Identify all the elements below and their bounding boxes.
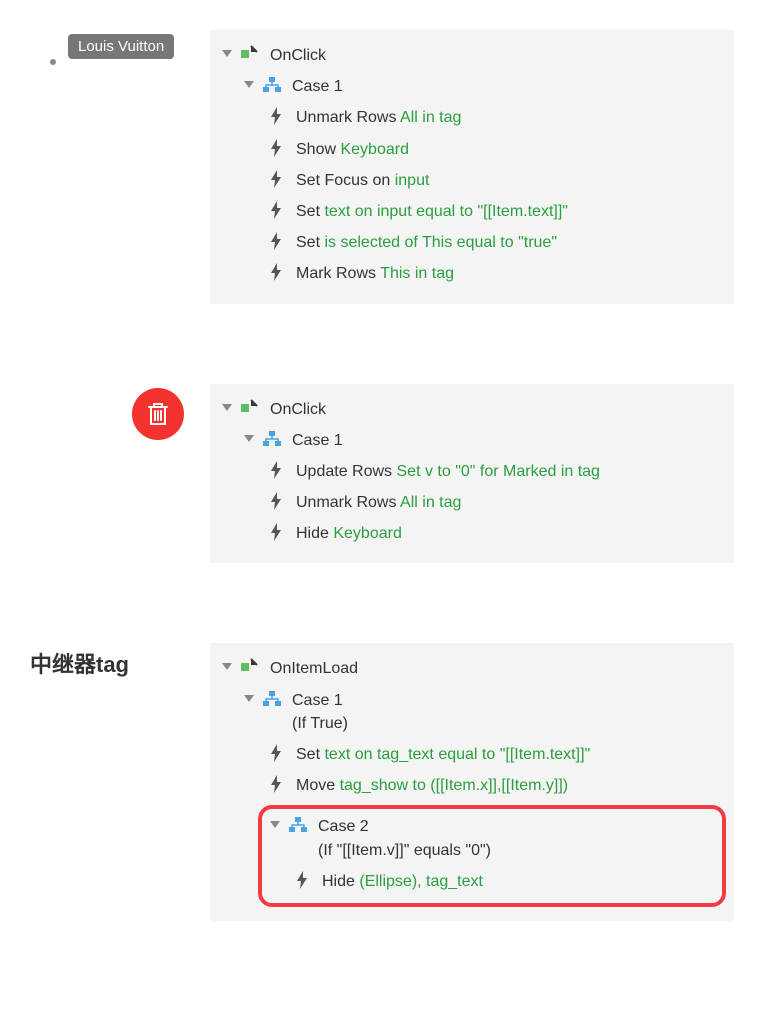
case-icon bbox=[262, 75, 282, 95]
event-icon bbox=[240, 398, 260, 418]
action-target: text on tag_text equal to "[[Item.text]]… bbox=[324, 746, 590, 763]
disclosure-icon[interactable] bbox=[222, 404, 232, 411]
action-text: Unmark Rows bbox=[296, 109, 400, 126]
action-row[interactable]: Unmark Rows All in tag bbox=[222, 487, 722, 518]
action-target: input bbox=[395, 172, 430, 189]
action-row[interactable]: Update Rows Set v to "0" for Marked in t… bbox=[222, 456, 722, 487]
action-text: Set bbox=[296, 203, 324, 220]
case-icon bbox=[288, 815, 308, 835]
delete-button[interactable] bbox=[132, 388, 184, 440]
case-label: Case 1 bbox=[292, 78, 343, 95]
case-row[interactable]: Case 1 bbox=[222, 71, 722, 102]
case-icon bbox=[262, 689, 282, 709]
action-target: (Ellipse), tag_text bbox=[359, 873, 483, 890]
section-onclick-badge: Louis Vuitton OnClick bbox=[30, 30, 734, 304]
lightning-icon bbox=[266, 169, 286, 189]
action-text: Set Focus on bbox=[296, 172, 395, 189]
action-row[interactable]: Set text on tag_text equal to "[[Item.te… bbox=[222, 739, 722, 770]
lightning-icon bbox=[266, 138, 286, 158]
event-row[interactable]: OnItemLoad bbox=[222, 653, 722, 684]
action-row[interactable]: Unmark Rows All in tag bbox=[222, 102, 722, 133]
event-label: OnClick bbox=[270, 47, 326, 64]
case-row[interactable]: Case 1 (If True) bbox=[222, 685, 722, 739]
interactions-panel: OnClick Case 1 Unmark Rows All in tag bbox=[210, 30, 734, 304]
lightning-icon bbox=[266, 106, 286, 126]
disclosure-icon[interactable] bbox=[244, 435, 254, 442]
action-text: Show bbox=[296, 141, 340, 158]
lightning-icon bbox=[266, 774, 286, 794]
action-text: Mark Rows bbox=[296, 265, 380, 282]
left-column: 中继器tag bbox=[30, 643, 190, 679]
action-row[interactable]: Show Keyboard bbox=[222, 134, 722, 165]
badge-louis-vuitton: Louis Vuitton bbox=[68, 34, 174, 59]
lightning-icon bbox=[266, 262, 286, 282]
disclosure-icon[interactable] bbox=[270, 821, 280, 828]
trash-icon bbox=[146, 401, 170, 427]
action-text: Move bbox=[296, 777, 340, 794]
disclosure-icon[interactable] bbox=[244, 81, 254, 88]
action-target: text on input equal to "[[Item.text]]" bbox=[324, 203, 568, 220]
action-row[interactable]: Move tag_show to ([[Item.x]],[[Item.y]]) bbox=[222, 770, 722, 801]
action-row[interactable]: Mark Rows This in tag bbox=[222, 258, 722, 289]
disclosure-icon[interactable] bbox=[244, 695, 254, 702]
action-text: Set bbox=[296, 234, 324, 251]
lightning-icon bbox=[266, 200, 286, 220]
section-onitemload: 中继器tag OnItemLoad bbox=[30, 643, 734, 921]
action-target: is selected of This equal to "true" bbox=[324, 234, 557, 251]
event-icon bbox=[240, 657, 260, 677]
case-row[interactable]: Case 1 bbox=[222, 425, 722, 456]
section-onclick-delete: OnClick Case 1 Update Rows Set v to "0" … bbox=[30, 384, 734, 564]
action-target: Set v to "0" for Marked in tag bbox=[397, 463, 600, 480]
disclosure-icon[interactable] bbox=[222, 50, 232, 57]
case-condition: (If "[[Item.v]]" equals "0") bbox=[318, 842, 491, 859]
case-label: Case 1 bbox=[292, 432, 343, 449]
case-condition: (If True) bbox=[292, 715, 348, 732]
action-text: Set bbox=[296, 746, 324, 763]
left-column: Louis Vuitton bbox=[30, 30, 190, 59]
case-icon bbox=[262, 429, 282, 449]
action-target: This in tag bbox=[380, 265, 454, 282]
case-row[interactable]: Case 2 (If "[[Item.v]]" equals "0") bbox=[266, 811, 718, 865]
event-row[interactable]: OnClick bbox=[222, 40, 722, 71]
action-text: Unmark Rows bbox=[296, 494, 400, 511]
case-label: Case 2 bbox=[318, 818, 369, 835]
action-row[interactable]: Set Focus on input bbox=[222, 165, 722, 196]
event-label: OnItemLoad bbox=[270, 660, 358, 677]
event-label: OnClick bbox=[270, 401, 326, 418]
action-target: tag_show to ([[Item.x]],[[Item.y]]) bbox=[340, 777, 569, 794]
case-label: Case 1 bbox=[292, 692, 343, 709]
lightning-icon bbox=[266, 491, 286, 511]
action-target: Keyboard bbox=[333, 525, 402, 542]
lightning-icon bbox=[266, 522, 286, 542]
lightning-icon bbox=[266, 231, 286, 251]
left-column bbox=[30, 384, 190, 440]
disclosure-icon[interactable] bbox=[222, 663, 232, 670]
action-row[interactable]: Set is selected of This equal to "true" bbox=[222, 227, 722, 258]
lightning-icon bbox=[266, 460, 286, 480]
action-row[interactable]: Hide Keyboard bbox=[222, 518, 722, 549]
action-text: Hide bbox=[296, 525, 333, 542]
action-text: Hide bbox=[322, 873, 359, 890]
section-title: 中继器tag bbox=[30, 647, 190, 679]
action-row[interactable]: Set text on input equal to "[[Item.text]… bbox=[222, 196, 722, 227]
event-row[interactable]: OnClick bbox=[222, 394, 722, 425]
event-icon bbox=[240, 44, 260, 64]
highlight-box: Case 2 (If "[[Item.v]]" equals "0") Hide… bbox=[258, 805, 726, 907]
action-text: Update Rows bbox=[296, 463, 397, 480]
action-row[interactable]: Hide (Ellipse), tag_text bbox=[266, 866, 718, 897]
action-target: Keyboard bbox=[340, 141, 409, 158]
interactions-panel: OnClick Case 1 Update Rows Set v to "0" … bbox=[210, 384, 734, 564]
interactions-panel: OnItemLoad Case 1 (If True) Set text o bbox=[210, 643, 734, 921]
lightning-icon bbox=[266, 743, 286, 763]
lightning-icon bbox=[292, 870, 312, 890]
bullet-dot bbox=[50, 59, 56, 65]
action-target: All in tag bbox=[400, 109, 461, 126]
action-target: All in tag bbox=[400, 494, 461, 511]
